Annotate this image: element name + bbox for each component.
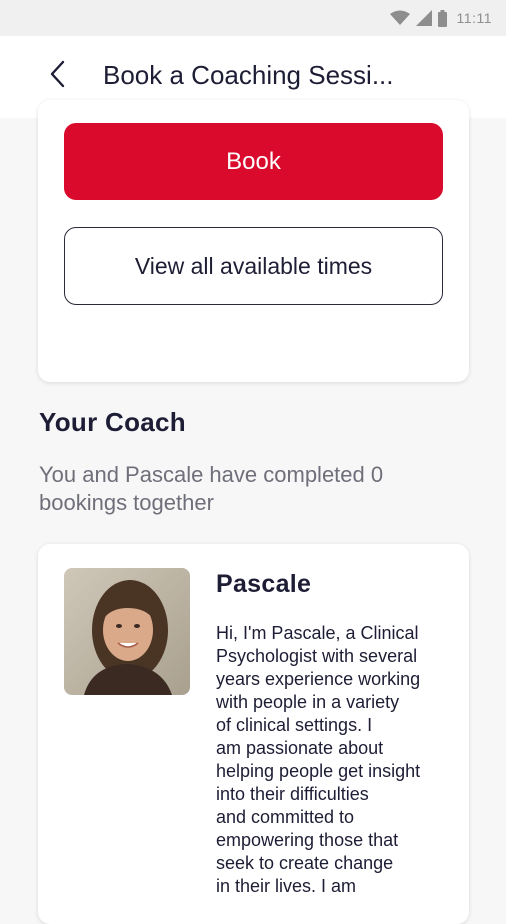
bookings-summary: You and Pascale have completed 0 booking… (39, 462, 384, 515)
coach-photo (64, 568, 190, 695)
view-all-times-button[interactable]: View all available times (64, 227, 443, 305)
chevron-left-icon (49, 60, 67, 93)
coach-card: Pascale Hi, I'm Pascale, a Clinical Psyc… (38, 544, 469, 924)
coach-bio: Hi, I'm Pascale, a Clinical Psychologist… (216, 623, 421, 896)
battery-icon (437, 9, 447, 27)
back-button[interactable] (40, 56, 76, 96)
page-title: Book a Coaching Sessi... (103, 60, 394, 90)
coach-name: Pascale (216, 570, 312, 598)
book-button[interactable]: Book (64, 123, 443, 200)
status-time: 11:11 (456, 10, 492, 26)
cell-signal-icon (415, 10, 432, 26)
booking-card: Book View all available times (38, 100, 469, 382)
wifi-icon (389, 10, 410, 26)
your-coach-heading: Your Coach (39, 407, 186, 437)
status-bar: 11:11 (0, 0, 506, 36)
